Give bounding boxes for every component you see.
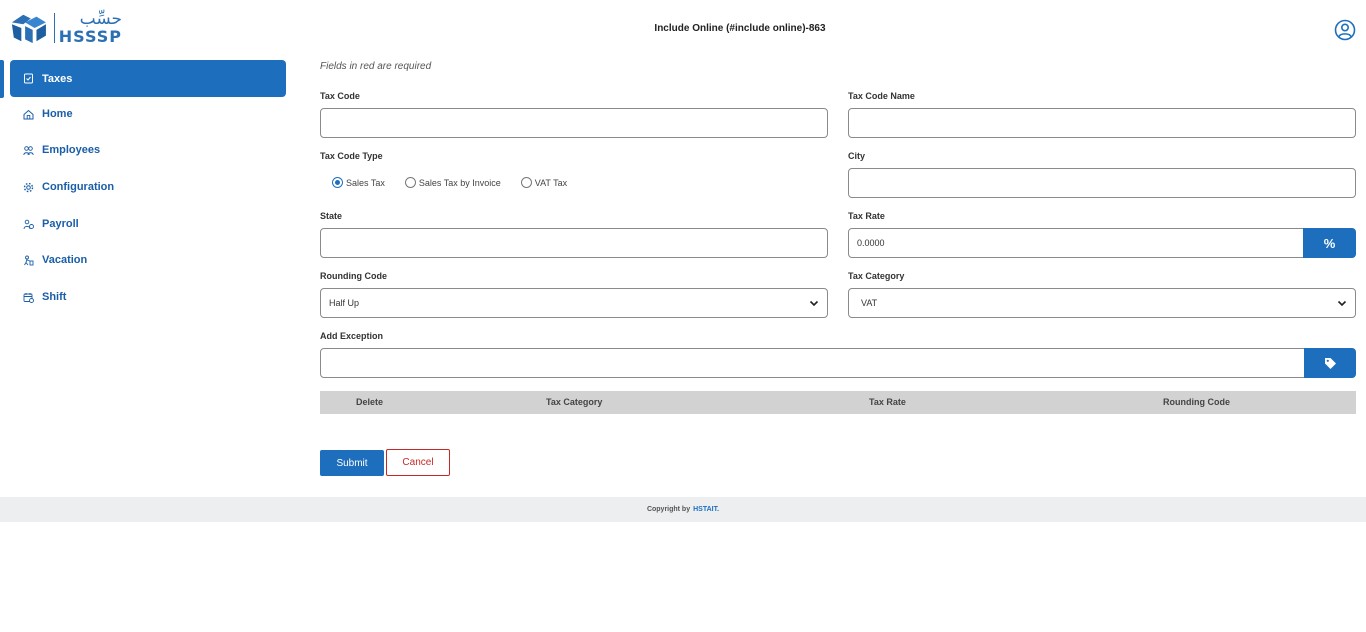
rounding-code-value: Half Up — [329, 298, 360, 308]
sidebar-item-shift[interactable]: Shift — [10, 279, 286, 315]
tax-code-type-radio-group: Sales Tax Sales Tax by Invoice VAT Tax — [332, 177, 587, 188]
add-exception-input[interactable] — [320, 348, 1305, 378]
radio-selected-indicator[interactable] — [332, 177, 343, 188]
radio-label: VAT Tax — [534, 177, 568, 188]
tax-category-value: VAT — [861, 298, 878, 308]
vacation-icon — [23, 255, 34, 266]
radio-sales-tax-by-invoice[interactable]: Sales Tax by Invoice — [404, 177, 501, 188]
city-input[interactable] — [848, 168, 1356, 198]
sidebar-item-label: Payroll — [42, 218, 79, 230]
tax-code-input[interactable] — [320, 108, 828, 138]
user-profile-icon[interactable] — [1334, 19, 1356, 41]
tax-code-name-label: Tax Code Name — [848, 91, 915, 101]
column-header-tax-category: Tax Category — [546, 397, 603, 407]
state-input[interactable] — [320, 228, 828, 258]
exceptions-table-header: Delete Tax Category Tax Rate Rounding Co… — [320, 391, 1356, 414]
rounding-code-select[interactable]: Half Up — [320, 288, 828, 318]
radio-sales-tax[interactable]: Sales Tax — [332, 177, 385, 188]
chevron-down-icon — [809, 300, 819, 307]
clipboard-check-icon — [23, 73, 34, 84]
tax-code-label: Tax Code — [320, 91, 360, 101]
tax-code-type-label: Tax Code Type — [320, 151, 383, 161]
tax-category-select[interactable]: VAT — [848, 288, 1356, 318]
tax-rate-input[interactable]: 0.0000 — [848, 228, 1304, 258]
sidebar-item-label: Configuration — [42, 181, 115, 193]
add-exception-button[interactable] — [1304, 348, 1356, 378]
tax-code-name-input[interactable] — [848, 108, 1356, 138]
sidebar-item-payroll[interactable]: Payroll — [10, 206, 286, 242]
footer: Copyright by HSTAIT. — [0, 497, 1366, 522]
percent-addon: % — [1303, 228, 1356, 258]
chevron-down-icon — [1337, 300, 1347, 307]
sidebar-item-employees[interactable]: Employees — [10, 132, 286, 168]
users-icon — [23, 145, 34, 156]
sidebar-item-label: Employees — [42, 144, 101, 156]
state-label: State — [320, 211, 343, 221]
rounding-code-label: Rounding Code — [320, 271, 387, 281]
column-header-delete: Delete — [356, 397, 384, 407]
tag-icon — [1324, 357, 1336, 369]
radio-indicator[interactable] — [404, 177, 416, 188]
footer-copyright: Copyright by — [646, 506, 691, 513]
shift-calendar-icon — [23, 292, 34, 303]
sidebar-item-label: Shift — [42, 291, 67, 303]
payroll-icon — [23, 219, 34, 230]
radio-label: Sales Tax — [346, 177, 385, 188]
sidebar-item-label: Vacation — [42, 254, 88, 266]
sidebar-item-vacation[interactable]: Vacation — [10, 242, 286, 278]
cancel-button[interactable]: Cancel — [386, 449, 450, 476]
tax-category-label: Tax Category — [848, 271, 905, 281]
submit-button[interactable]: Submit — [320, 450, 384, 476]
city-label: City — [848, 151, 866, 161]
tax-rate-label: Tax Rate — [848, 211, 885, 221]
radio-indicator[interactable] — [520, 177, 532, 188]
active-indicator — [0, 60, 4, 98]
radio-label: Sales Tax by Invoice — [418, 177, 501, 188]
sidebar-item-taxes[interactable]: Taxes — [10, 60, 286, 97]
footer-brand-link[interactable]: HSTAIT. — [693, 506, 719, 513]
column-header-tax-rate: Tax Rate — [869, 397, 906, 407]
gear-icon — [23, 182, 34, 193]
sidebar-item-home[interactable]: Home — [10, 96, 286, 132]
column-header-rounding-code: Rounding Code — [1163, 397, 1230, 407]
home-icon — [23, 109, 34, 120]
radio-vat-tax[interactable]: VAT Tax — [520, 177, 568, 188]
required-fields-note: Fields in red are required — [320, 61, 432, 72]
page-title: Include Online (#include online)-863 — [654, 23, 826, 34]
add-exception-label: Add Exception — [320, 331, 384, 341]
sidebar-item-label: Home — [42, 108, 73, 120]
sidebar-item-configuration[interactable]: Configuration — [10, 169, 286, 205]
sidebar-item-label: Taxes — [42, 72, 73, 85]
